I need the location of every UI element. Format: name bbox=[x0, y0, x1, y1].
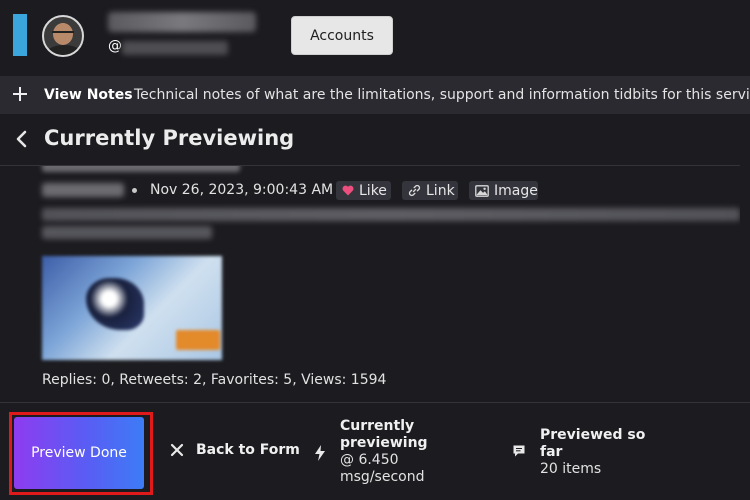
heart-icon bbox=[342, 185, 354, 196]
post-media-thumbnail bbox=[42, 256, 222, 360]
like-button[interactable]: Like bbox=[336, 181, 391, 200]
post-timestamp: Nov 26, 2023, 9:00:43 AM bbox=[150, 182, 334, 198]
accounts-button[interactable]: Accounts bbox=[291, 16, 393, 55]
clipped-previous-text-redacted bbox=[42, 166, 240, 172]
image-button[interactable]: Image bbox=[469, 181, 538, 200]
preview-speed: Currently previewing @ 6.450 msg/second bbox=[340, 418, 480, 486]
user-handle-redacted bbox=[122, 41, 228, 55]
preview-speed-title: Currently previewing bbox=[340, 418, 428, 451]
image-icon bbox=[475, 184, 489, 197]
chevron-left-icon[interactable] bbox=[14, 129, 30, 149]
avatar-glasses bbox=[52, 31, 74, 36]
link-icon bbox=[408, 184, 421, 197]
avatar bbox=[42, 15, 84, 57]
footer-toolbar: Preview Done Back to Form Currently prev… bbox=[0, 403, 750, 500]
media-figure bbox=[86, 278, 144, 330]
view-notes-toggle[interactable]: View Notes bbox=[44, 87, 133, 103]
back-to-form-label: Back to Form bbox=[196, 442, 300, 458]
preview-speed-value: @ 6.450 msg/second bbox=[340, 452, 425, 485]
user-display-name-redacted bbox=[108, 12, 256, 32]
user-handle-prefix: @ bbox=[108, 38, 122, 54]
post-author-redacted bbox=[42, 183, 124, 197]
post-body-redacted-2 bbox=[42, 226, 212, 239]
notes-description: Technical notes of what are the limitati… bbox=[134, 87, 750, 103]
scrollbar[interactable] bbox=[740, 166, 750, 402]
post-body-redacted bbox=[42, 208, 740, 221]
bolt-icon bbox=[315, 445, 325, 461]
previewed-count-value: 20 items bbox=[540, 461, 602, 477]
page-title: Currently Previewing bbox=[44, 126, 295, 150]
back-to-form-button[interactable]: Back to Form bbox=[170, 442, 300, 458]
like-label: Like bbox=[359, 182, 387, 199]
link-label: Link bbox=[426, 182, 455, 199]
preview-done-button[interactable]: Preview Done bbox=[14, 417, 144, 489]
image-label: Image bbox=[494, 182, 538, 199]
accent-bar bbox=[13, 14, 27, 56]
header: @ Accounts bbox=[0, 0, 750, 76]
media-badge bbox=[176, 330, 220, 350]
notes-bar: View Notes Technical notes of what are t… bbox=[0, 76, 750, 114]
link-button[interactable]: Link bbox=[402, 181, 458, 200]
post-stats: Replies: 0, Retweets: 2, Favorites: 5, V… bbox=[42, 372, 387, 388]
avatar-body bbox=[46, 45, 82, 55]
post-preview: Nov 26, 2023, 9:00:43 AM Like Link Image… bbox=[0, 166, 750, 402]
chat-bubble-icon bbox=[513, 445, 525, 457]
previewed-count-title: Previewed so far bbox=[540, 427, 646, 460]
previewed-count: Previewed so far 20 items bbox=[540, 427, 660, 478]
separator-dot bbox=[132, 188, 137, 193]
plus-icon[interactable] bbox=[12, 86, 28, 102]
close-icon bbox=[170, 443, 184, 457]
